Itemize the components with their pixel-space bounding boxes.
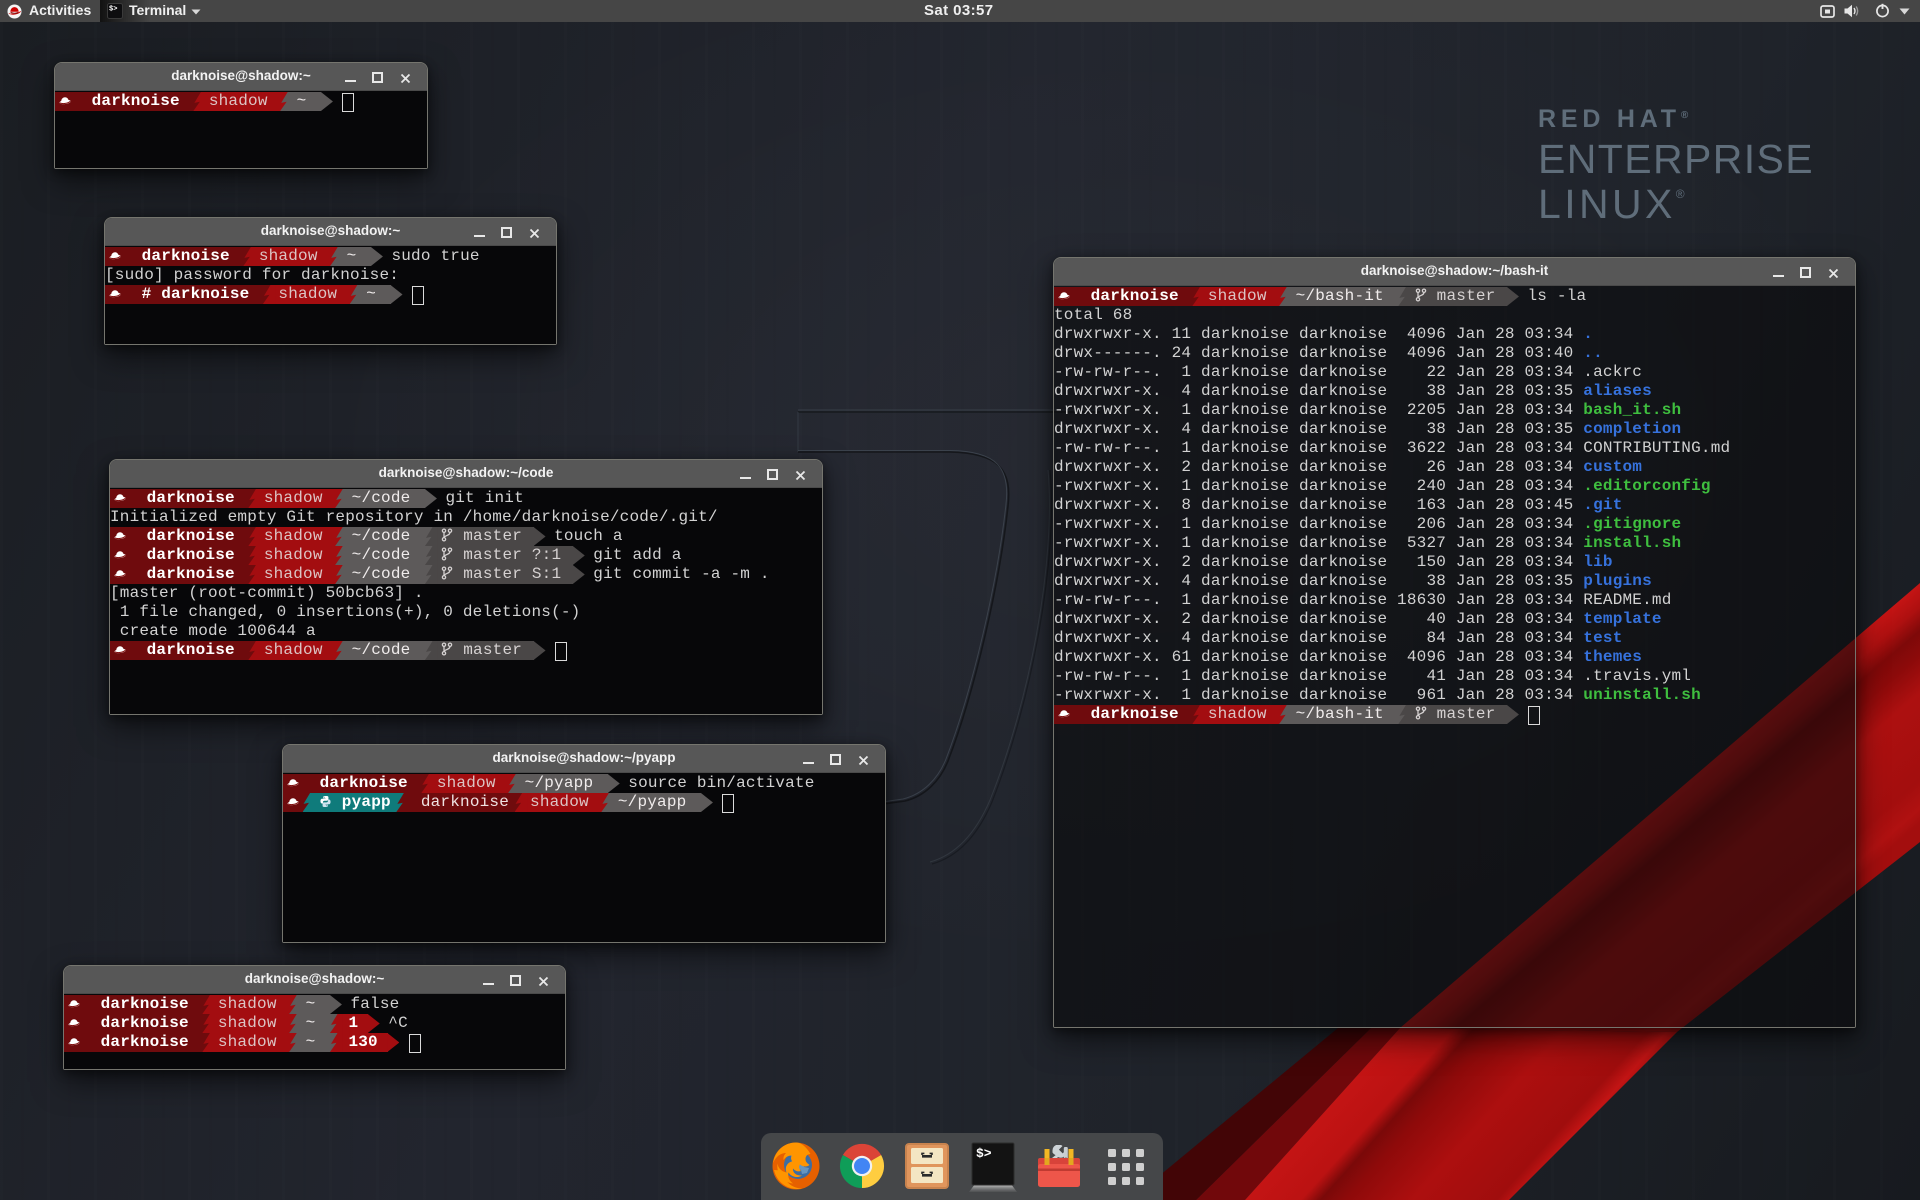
svg-text:$>: $> xyxy=(976,1146,992,1161)
svg-text:$>: $> xyxy=(109,6,117,14)
